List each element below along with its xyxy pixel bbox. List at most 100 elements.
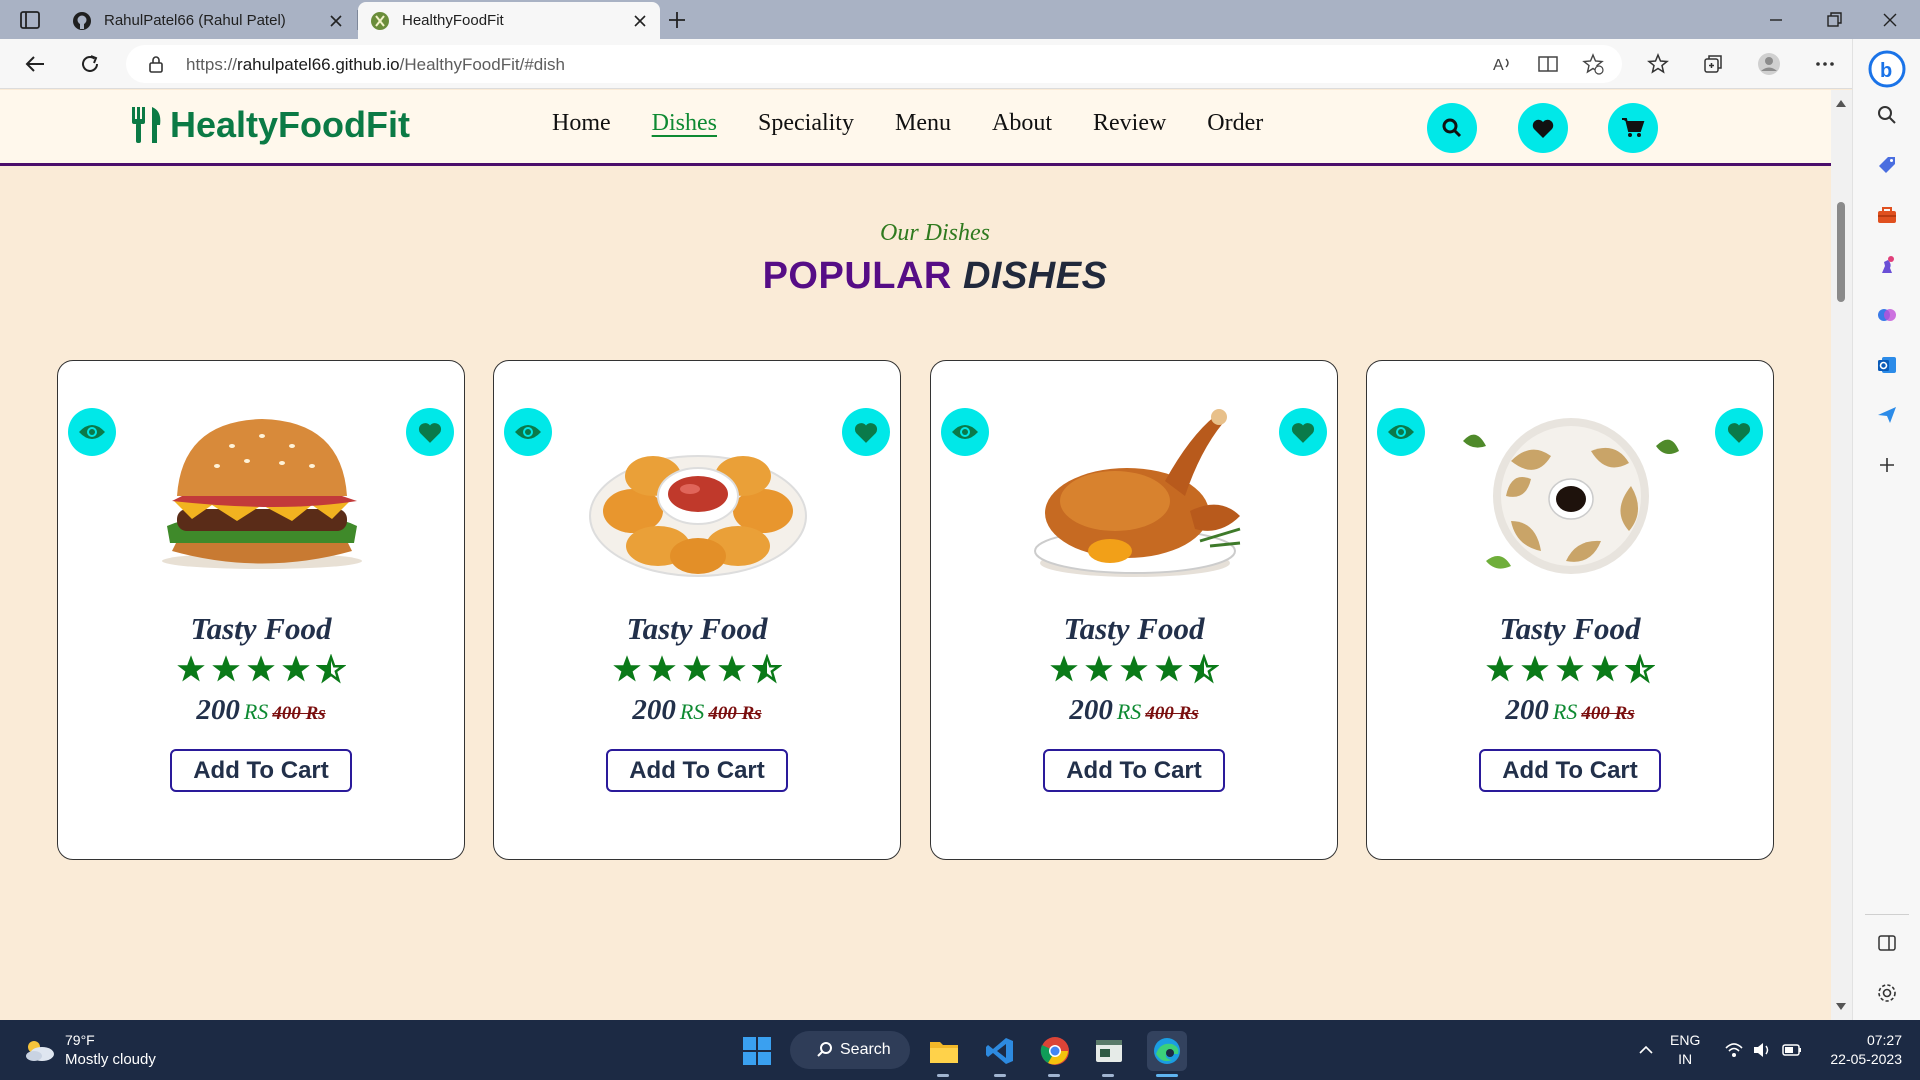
outlook-icon[interactable]	[1873, 351, 1901, 379]
dumplings-image	[1463, 418, 1679, 574]
star-icon	[247, 655, 275, 682]
shopping-tag-icon[interactable]	[1873, 151, 1901, 179]
system-clock[interactable]: 07:27 22-05-2023	[1820, 1031, 1902, 1069]
add-to-cart-button[interactable]: Add To Cart	[170, 749, 352, 792]
add-favorite-button[interactable]	[1279, 408, 1327, 456]
quick-view-button[interactable]	[504, 408, 552, 456]
quick-view-button[interactable]	[68, 408, 116, 456]
scroll-down-icon[interactable]	[1835, 1002, 1847, 1012]
chrome-icon[interactable]	[1038, 1034, 1072, 1068]
star-icon	[648, 655, 676, 682]
eye-icon	[515, 425, 541, 439]
volume-icon[interactable]	[1752, 1040, 1772, 1060]
nav-review[interactable]: Review	[1093, 110, 1166, 137]
add-favorite-icon[interactable]	[1582, 53, 1604, 80]
close-window-icon[interactable]	[1878, 8, 1902, 32]
add-to-cart-button[interactable]: Add To Cart	[606, 749, 788, 792]
reader-mode-icon[interactable]	[1537, 54, 1559, 79]
close-tab-icon[interactable]	[328, 13, 344, 29]
weather-temperature[interactable]: 79°F	[65, 1032, 95, 1048]
collections-icon[interactable]	[1700, 51, 1726, 77]
windows-taskbar: 79°F Mostly cloudy Search ENG IN 07:27 22-…	[0, 1020, 1920, 1080]
nav-about[interactable]: About	[992, 110, 1052, 137]
nav-order[interactable]: Order	[1207, 110, 1263, 137]
star-icon	[282, 655, 310, 682]
half-star-icon	[1625, 654, 1655, 684]
half-star-icon	[316, 654, 346, 684]
quick-view-button[interactable]	[941, 408, 989, 456]
tab-healthyfoodfit[interactable]: HealthyFoodFit	[358, 2, 660, 39]
webpage: HealtyFoodFit Home Dishes Speciality Men…	[0, 90, 1831, 1020]
dish-name: Tasty Food	[1499, 611, 1641, 646]
header-cart-button[interactable]	[1608, 103, 1658, 153]
app-running-indicator	[1048, 1074, 1060, 1077]
games-icon[interactable]	[1873, 251, 1901, 279]
page-scrollbar[interactable]	[1831, 90, 1852, 1020]
heart-icon	[418, 423, 442, 443]
battery-icon[interactable]	[1782, 1040, 1802, 1060]
scrollbar-thumb[interactable]	[1837, 202, 1845, 302]
input-language[interactable]: ENG IN	[1670, 1031, 1700, 1069]
restore-icon[interactable]	[1822, 8, 1846, 32]
add-favorite-button[interactable]	[1715, 408, 1763, 456]
profile-avatar-icon[interactable]	[1756, 51, 1782, 77]
tab-actions-icon[interactable]	[18, 9, 42, 31]
tab-github[interactable]: RahulPatel66 (Rahul Patel)	[60, 2, 356, 39]
split-screen-icon[interactable]	[1873, 929, 1901, 957]
header-wishlist-button[interactable]	[1518, 103, 1568, 153]
dish-card: Tasty Food 200 RS 400 Rs Add To Cart	[493, 360, 901, 860]
terminal-app-icon[interactable]	[1092, 1034, 1126, 1068]
minimize-icon[interactable]	[1764, 8, 1788, 32]
vscode-icon[interactable]	[983, 1034, 1017, 1068]
header-search-button[interactable]	[1427, 103, 1477, 153]
heart-icon	[854, 423, 878, 443]
section-subheading: Our Dishes	[879, 220, 990, 246]
copilot-icon[interactable]	[1873, 301, 1901, 329]
add-favorite-button[interactable]	[842, 408, 890, 456]
dish-card: Tasty Food 200 RS 400 Rs Add To Cart	[57, 360, 465, 860]
refresh-icon[interactable]	[77, 51, 103, 77]
read-aloud-icon[interactable]: A	[1492, 54, 1514, 79]
weather-description[interactable]: Mostly cloudy	[65, 1051, 156, 1068]
send-icon[interactable]	[1873, 401, 1901, 429]
heart-icon	[1727, 423, 1751, 443]
utensils-icon	[132, 107, 161, 143]
favorites-icon[interactable]	[1645, 51, 1671, 77]
tab-title: HealthyFoodFit	[402, 12, 504, 29]
search-icon[interactable]	[1873, 101, 1901, 129]
new-tab-icon[interactable]	[664, 7, 690, 33]
browser-toolbar: https://rahulpatel66.github.io/HealthyFo…	[0, 39, 1920, 89]
add-to-cart-button[interactable]: Add To Cart	[1043, 749, 1225, 792]
nav-speciality[interactable]: Speciality	[758, 110, 854, 137]
chevron-up-icon[interactable]	[1636, 1040, 1656, 1060]
address-bar[interactable]: https://rahulpatel66.github.io/HealthyFo…	[126, 45, 1622, 83]
quick-view-button[interactable]	[1377, 408, 1425, 456]
half-star-icon	[1189, 654, 1219, 684]
bing-chat-icon[interactable]: b	[1867, 49, 1907, 89]
lock-icon[interactable]	[148, 55, 164, 78]
add-favorite-button[interactable]	[406, 408, 454, 456]
tools-icon[interactable]	[1873, 201, 1901, 229]
rating-stars	[1367, 654, 1773, 684]
add-to-cart-button[interactable]: Add To Cart	[1479, 749, 1661, 792]
eye-icon	[79, 425, 105, 439]
file-explorer-icon[interactable]	[927, 1034, 961, 1068]
close-tab-icon[interactable]	[632, 13, 648, 29]
dish-name: Tasty Food	[1063, 611, 1205, 646]
edge-browser-icon[interactable]	[1147, 1031, 1187, 1071]
scroll-up-icon[interactable]	[1835, 98, 1847, 108]
wifi-icon[interactable]	[1724, 1040, 1744, 1060]
nav-menu[interactable]: Menu	[895, 110, 951, 137]
more-options-icon[interactable]	[1812, 51, 1838, 77]
url-text[interactable]: https://rahulpatel66.github.io/HealthyFo…	[186, 55, 565, 75]
taskbar-search-button[interactable]: Search	[790, 1031, 910, 1069]
back-arrow-icon[interactable]	[22, 51, 48, 77]
nav-dishes[interactable]: Dishes	[652, 110, 717, 137]
settings-gear-icon[interactable]	[1873, 979, 1901, 1007]
windows-start-icon[interactable]	[740, 1034, 774, 1068]
site-logo[interactable]: HealtyFoodFit	[130, 104, 410, 146]
add-icon[interactable]	[1873, 451, 1901, 479]
nav-home[interactable]: Home	[552, 110, 611, 137]
star-icon	[613, 655, 641, 682]
cloudy-weather-icon[interactable]	[22, 1037, 56, 1063]
